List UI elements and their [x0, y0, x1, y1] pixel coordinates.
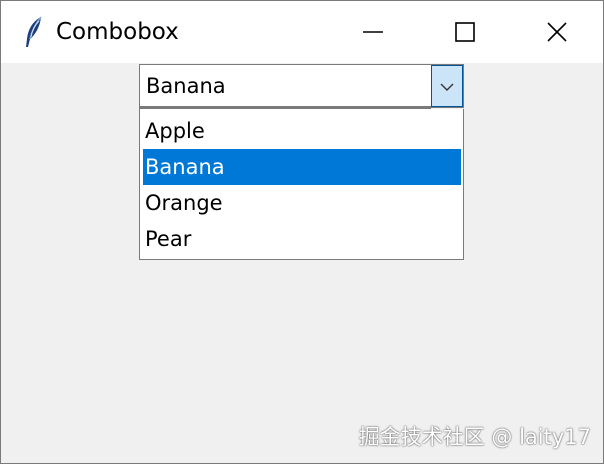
combobox-value[interactable]: Banana [146, 73, 226, 99]
list-item[interactable]: Apple [143, 113, 461, 149]
close-icon [546, 21, 568, 43]
minimize-icon [362, 21, 384, 43]
feather-icon [23, 15, 45, 49]
list-item[interactable]: Banana [143, 149, 461, 185]
maximize-button[interactable] [419, 1, 511, 63]
app-window: Combobox Banana Apple Banana Orange Pear… [0, 0, 604, 464]
close-button[interactable] [511, 1, 603, 63]
combobox-dropdown-list[interactable]: Apple Banana Orange Pear [139, 109, 464, 260]
window-title: Combobox [56, 19, 179, 45]
minimize-button[interactable] [327, 1, 419, 63]
watermark: 掘金技术社区 @ laity17 [358, 425, 591, 449]
list-item[interactable]: Pear [143, 221, 461, 257]
fruit-combobox[interactable]: Banana [139, 64, 464, 108]
maximize-icon [454, 21, 476, 43]
list-item[interactable]: Orange [143, 185, 461, 221]
title-bar[interactable]: Combobox [1, 1, 603, 63]
chevron-down-icon [440, 77, 454, 96]
combobox-dropdown-button[interactable] [431, 65, 463, 107]
